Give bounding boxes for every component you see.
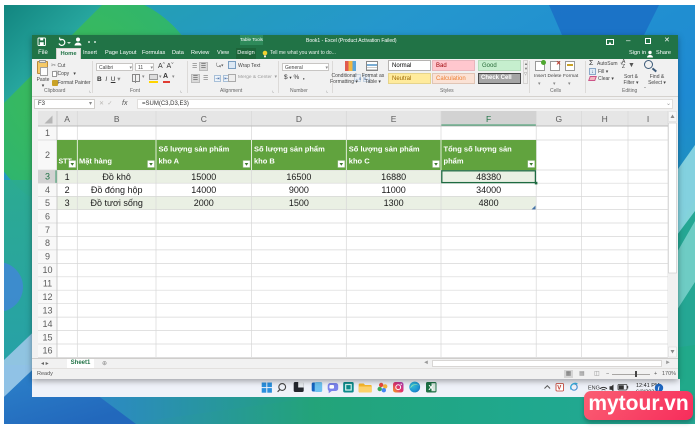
svg-text:14000: 14000 xyxy=(191,185,216,195)
svg-text:Đồ tươi sống: Đồ tươi sống xyxy=(90,198,142,208)
svg-text:E: E xyxy=(391,114,397,124)
svg-text:4: 4 xyxy=(45,185,50,195)
svg-text:34000: 34000 xyxy=(476,185,501,195)
svg-text:16880: 16880 xyxy=(381,172,406,182)
svg-text:5: 5 xyxy=(45,198,50,208)
svg-text:9000: 9000 xyxy=(289,185,309,195)
svg-text:15: 15 xyxy=(42,332,52,342)
svg-text:11000: 11000 xyxy=(381,185,405,195)
svg-text:Số lượng sản phẩm: Số lượng sản phẩm xyxy=(159,145,230,154)
svg-text:F: F xyxy=(486,114,491,124)
svg-text:2: 2 xyxy=(65,185,70,195)
svg-text:A: A xyxy=(64,114,70,124)
svg-text:G: G xyxy=(555,114,562,124)
svg-text:11: 11 xyxy=(43,279,52,289)
svg-text:3: 3 xyxy=(45,172,50,182)
svg-text:H: H xyxy=(602,114,608,124)
svg-text:D: D xyxy=(296,114,302,124)
svg-text:8: 8 xyxy=(45,238,50,248)
svg-text:15000: 15000 xyxy=(191,172,216,182)
svg-text:6: 6 xyxy=(45,211,50,221)
svg-text:kho A: kho A xyxy=(159,157,180,166)
svg-text:Số lượng sản phẩm: Số lượng sản phẩm xyxy=(349,145,420,154)
svg-text:Mặt hàng: Mặt hàng xyxy=(79,157,112,166)
svg-text:10: 10 xyxy=(42,265,52,275)
svg-text:phẩm: phẩm xyxy=(444,157,464,166)
svg-text:Số lượng sản phẩm: Số lượng sản phẩm xyxy=(254,145,325,154)
svg-text:B: B xyxy=(114,114,120,124)
svg-text:Đồ đóng hộp: Đồ đóng hộp xyxy=(91,185,143,195)
svg-text:C: C xyxy=(201,114,207,124)
svg-text:14: 14 xyxy=(42,319,52,329)
svg-text:1: 1 xyxy=(65,172,70,182)
svg-text:3: 3 xyxy=(65,198,70,208)
svg-text:Tổng số lượng sản: Tổng số lượng sản xyxy=(444,145,513,154)
svg-text:I: I xyxy=(647,114,649,124)
svg-text:1300: 1300 xyxy=(384,198,404,208)
svg-text:2000: 2000 xyxy=(194,198,214,208)
svg-text:V: V xyxy=(557,386,561,392)
svg-text:1: 1 xyxy=(45,128,50,138)
svg-text:12: 12 xyxy=(42,292,52,302)
svg-text:7: 7 xyxy=(45,225,50,235)
svg-text:kho C: kho C xyxy=(349,157,370,166)
svg-text:4800: 4800 xyxy=(479,198,499,208)
svg-text:9: 9 xyxy=(45,252,50,262)
svg-text:2: 2 xyxy=(45,150,50,160)
svg-text:1500: 1500 xyxy=(289,198,309,208)
svg-text:16: 16 xyxy=(42,346,52,356)
svg-text:Đồ khô: Đồ khô xyxy=(102,172,131,182)
svg-text:kho B: kho B xyxy=(254,157,275,166)
svg-text:13: 13 xyxy=(42,305,52,315)
svg-text:16500: 16500 xyxy=(286,172,311,182)
svg-text:48380: 48380 xyxy=(476,172,501,182)
svg-text:X: X xyxy=(428,383,433,392)
